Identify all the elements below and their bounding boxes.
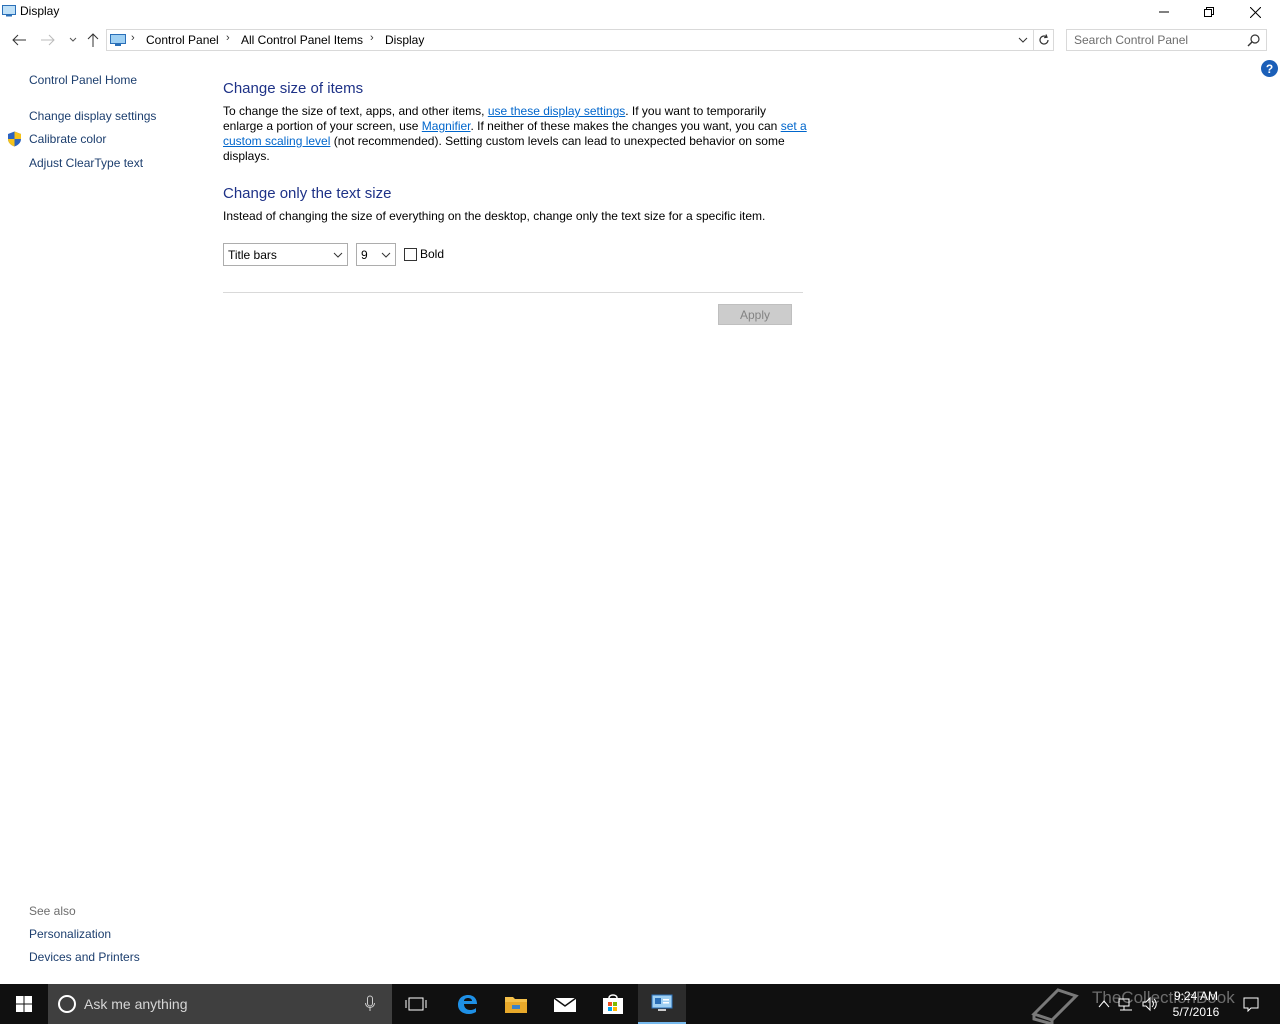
bold-label[interactable]: Bold: [420, 247, 444, 261]
mail-button[interactable]: [541, 984, 589, 1024]
close-button[interactable]: [1232, 0, 1278, 24]
chevron-down-icon: [381, 252, 391, 258]
magnifier-link[interactable]: Magnifier: [422, 119, 471, 133]
minimize-icon: [1159, 11, 1169, 13]
mail-icon: [553, 997, 577, 1012]
start-button[interactable]: [0, 984, 48, 1024]
apply-button[interactable]: Apply: [718, 304, 792, 325]
help-icon: ?: [1265, 61, 1274, 76]
text-size-heading: Change only the text size: [223, 185, 392, 202]
cortana-search-box[interactable]: Ask me anything: [48, 984, 392, 1024]
display-settings-link[interactable]: use these display settings: [488, 104, 625, 118]
search-icon[interactable]: [1247, 33, 1261, 47]
text-item-value: Title bars: [228, 248, 277, 262]
cortana-search-text: Ask me anything: [84, 996, 188, 1012]
breadcrumb-all-items[interactable]: All Control Panel Items: [241, 33, 363, 47]
breadcrumb-display[interactable]: Display: [385, 33, 424, 47]
store-icon: [603, 994, 623, 1014]
minimize-button[interactable]: [1141, 0, 1187, 24]
arrow-up-icon: [87, 33, 99, 47]
close-icon: [1249, 6, 1261, 18]
breadcrumb-separator[interactable]: ›: [226, 32, 230, 44]
cortana-icon: [58, 995, 76, 1013]
see-also-label: See also: [29, 904, 76, 918]
restore-button[interactable]: [1186, 0, 1232, 24]
restore-icon: [1204, 7, 1214, 17]
system-clock[interactable]: 9:24 AM 5/7/2016: [1160, 988, 1232, 1020]
folder-icon: [505, 997, 527, 1013]
taskbar: Ask me anything TheCollectionBook 9:24 A…: [0, 984, 1280, 1024]
watermark-book-icon: [1031, 988, 1079, 1024]
personalization-link[interactable]: Personalization: [29, 927, 111, 941]
refresh-button[interactable]: [1034, 29, 1054, 51]
chevron-down-icon[interactable]: [1016, 33, 1030, 47]
control-panel-home-link[interactable]: Control Panel Home: [29, 73, 137, 87]
text-size-description: Instead of changing the size of everythi…: [223, 209, 766, 223]
text-item-select[interactable]: Title bars: [223, 243, 348, 266]
chevron-down-icon: [69, 37, 77, 42]
description-text: To change the size of text, apps, and ot…: [223, 104, 488, 118]
control-panel-taskbar-button[interactable]: [638, 984, 686, 1024]
store-button[interactable]: [589, 984, 637, 1024]
edge-icon: [458, 995, 477, 1014]
change-size-description: To change the size of text, apps, and ot…: [223, 104, 808, 164]
chevron-down-icon: [333, 252, 343, 258]
clock-date: 5/7/2016: [1172, 1005, 1220, 1019]
task-view-icon: [405, 997, 427, 1011]
control-panel-icon: [651, 994, 673, 1011]
bold-checkbox[interactable]: [404, 248, 417, 261]
arrow-left-icon: [12, 34, 26, 46]
calibrate-color-link[interactable]: Calibrate color: [29, 132, 106, 146]
navigation-bar: › Control Panel › All Control Panel Item…: [0, 27, 1280, 53]
uac-shield-icon: [8, 131, 21, 147]
font-size-select[interactable]: 9: [356, 243, 396, 266]
divider: [223, 292, 803, 293]
address-bar[interactable]: › Control Panel › All Control Panel Item…: [106, 29, 1034, 51]
change-size-heading: Change size of items: [223, 80, 364, 97]
back-button[interactable]: [9, 30, 29, 50]
breadcrumb-separator[interactable]: ›: [131, 32, 135, 44]
arrow-right-icon: [41, 34, 55, 46]
control-panel-icon: [110, 34, 126, 46]
title-bar: Display: [0, 0, 1280, 24]
change-display-settings-link[interactable]: Change display settings: [29, 109, 156, 123]
breadcrumb-control-panel[interactable]: Control Panel: [146, 33, 219, 47]
microphone-icon[interactable]: [364, 995, 376, 1013]
action-center-icon[interactable]: [1243, 996, 1259, 1012]
forward-button[interactable]: [38, 30, 58, 50]
file-explorer-button[interactable]: [492, 984, 540, 1024]
devices-printers-link[interactable]: Devices and Printers: [29, 950, 140, 964]
adjust-cleartype-link[interactable]: Adjust ClearType text: [29, 156, 143, 170]
search-input[interactable]: [1067, 30, 1245, 50]
breadcrumb-separator[interactable]: ›: [370, 32, 374, 44]
network-icon[interactable]: [1118, 996, 1134, 1012]
windows-logo-icon: [16, 996, 32, 1012]
refresh-icon: [1038, 34, 1049, 45]
recent-locations-button[interactable]: [63, 30, 83, 50]
up-button[interactable]: [83, 30, 103, 50]
search-box[interactable]: [1066, 29, 1267, 51]
volume-icon[interactable]: [1141, 996, 1157, 1012]
chevron-up-icon[interactable]: [1096, 996, 1112, 1012]
clock-time: 9:24 AM: [1173, 989, 1219, 1003]
task-view-button[interactable]: [392, 984, 440, 1024]
help-button[interactable]: ?: [1261, 60, 1278, 77]
window-title: Display: [20, 4, 60, 18]
edge-button[interactable]: [443, 984, 491, 1024]
font-size-value: 9: [361, 248, 368, 262]
display-icon: [2, 5, 16, 17]
description-text: . If neither of these makes the changes …: [470, 119, 781, 133]
